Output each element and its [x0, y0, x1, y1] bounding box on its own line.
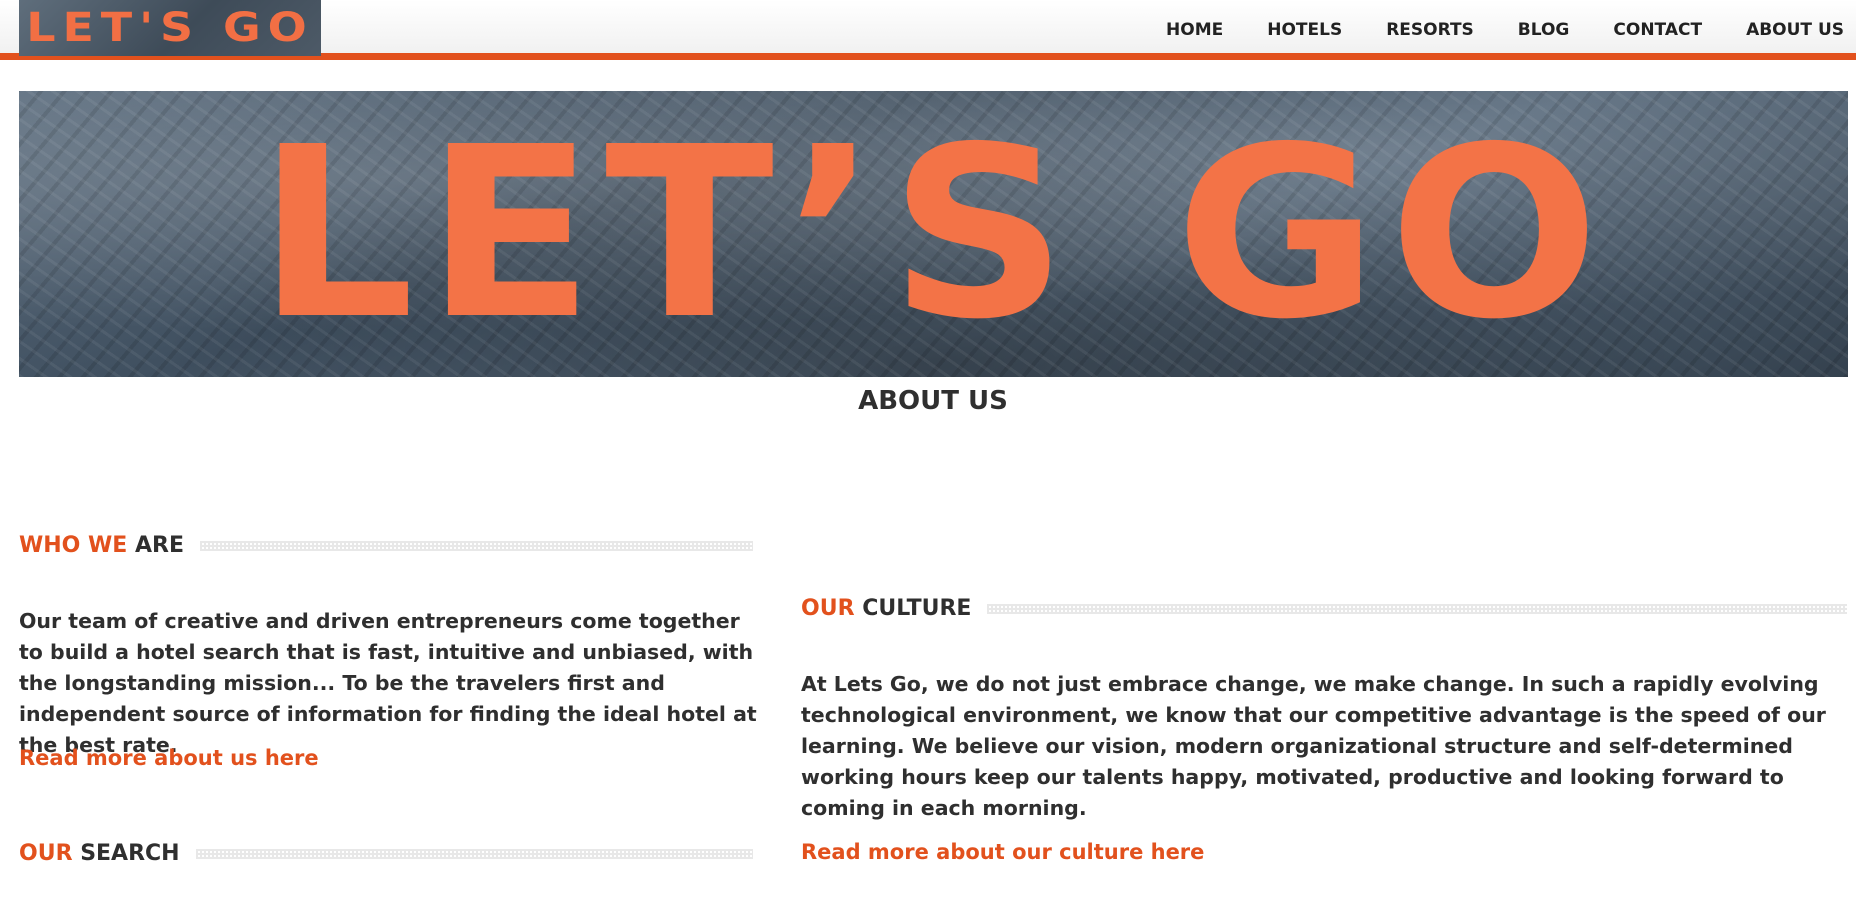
heading-rest: ARE: [135, 533, 185, 558]
hero-banner: LET’S GO: [19, 91, 1848, 377]
site-logo[interactable]: LET'S GO: [19, 0, 321, 56]
nav-contact[interactable]: CONTACT: [1613, 20, 1702, 40]
our-culture-heading: OUR CULTURE: [801, 596, 1847, 621]
our-search-heading: OUR SEARCH: [19, 841, 753, 866]
read-more-about-us-link[interactable]: Read more about us here: [19, 746, 319, 770]
logo-text: LET'S GO: [26, 5, 314, 51]
heading-accent: OUR: [801, 596, 855, 621]
heading-rest: SEARCH: [80, 841, 180, 866]
who-we-are-text: Our team of creative and driven entrepre…: [19, 609, 757, 757]
hero-title: LET’S GO: [19, 91, 1848, 377]
hero-title-text: LET’S GO: [256, 96, 1611, 371]
main-nav: HOME HOTELS RESORTS BLOG CONTACT ABOUT U…: [1122, 0, 1856, 60]
heading-rest: CULTURE: [862, 596, 972, 621]
heading-divider: [987, 603, 1847, 614]
page-title: ABOUT US: [858, 386, 1008, 416]
site-header: LET'S GO HOME HOTELS RESORTS BLOG CONTAC…: [0, 0, 1856, 60]
heading-divider: [195, 848, 753, 859]
heading-accent: WHO WE: [19, 533, 128, 558]
nav-about-us[interactable]: ABOUT US: [1746, 20, 1844, 40]
who-we-are-heading: WHO WE ARE: [19, 533, 753, 558]
heading-accent: OUR: [19, 841, 73, 866]
our-culture-text: At Lets Go, we do not just embrace chang…: [801, 672, 1826, 820]
nav-home[interactable]: HOME: [1166, 20, 1223, 40]
nav-hotels[interactable]: HOTELS: [1267, 20, 1342, 40]
nav-resorts[interactable]: RESORTS: [1386, 20, 1474, 40]
nav-blog[interactable]: BLOG: [1518, 20, 1570, 40]
heading-divider: [200, 540, 753, 551]
read-more-culture-link[interactable]: Read more about our culture here: [801, 840, 1204, 864]
